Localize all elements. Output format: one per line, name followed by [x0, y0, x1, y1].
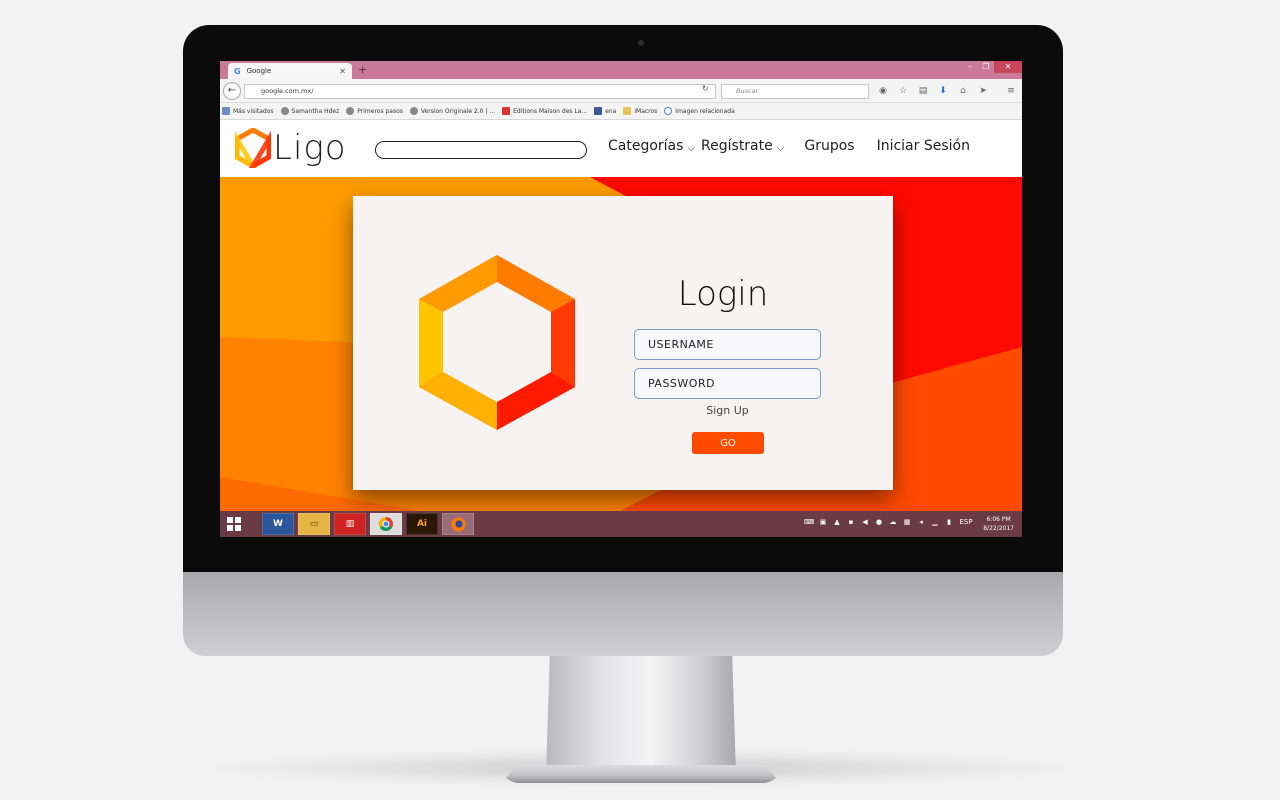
- nav-categorias[interactable]: Categorías ⌵: [608, 138, 695, 154]
- tray-pdf-icon[interactable]: ▦: [902, 517, 912, 527]
- windows-taskbar: W ▭ ▥ Ai ⌨ ▣ ▲ ▪ ◀ ● ☁ ▦ ◂ ▁ ▮ ESP 6:06 …: [220, 511, 1022, 537]
- bookmark-primeros-pasos[interactable]: Primeros pasos: [346, 107, 403, 115]
- close-tab-icon[interactable]: ✕: [339, 67, 346, 76]
- tray-lock-icon[interactable]: ▪: [846, 517, 856, 527]
- monitor-stand: [546, 655, 736, 775]
- close-window-icon[interactable]: ✕: [994, 61, 1022, 73]
- tab-bar: G Google ✕ + – ❐ ✕: [220, 61, 1022, 79]
- firefox-logo-icon: [451, 517, 465, 531]
- back-button[interactable]: ←: [223, 82, 241, 100]
- windows-logo-icon: [227, 517, 241, 531]
- nav-grupos[interactable]: Grupos: [804, 138, 854, 154]
- new-tab-icon[interactable]: +: [358, 63, 367, 76]
- hexagon-logo-icon: [235, 128, 271, 168]
- site-nav: Categorías ⌵ Regístrate ⌵ Grupos Iniciar S…: [608, 138, 976, 154]
- tray-speaker-icon[interactable]: ◂: [916, 517, 926, 527]
- clipboard-icon[interactable]: ▤: [916, 84, 930, 98]
- username-input[interactable]: [634, 329, 821, 360]
- extension-icon[interactable]: ◉: [876, 84, 890, 98]
- nav-iniciar-sesion[interactable]: Iniciar Sesión: [877, 138, 970, 154]
- clock[interactable]: 6:06 PM 8/22/2017: [983, 515, 1014, 533]
- browser-tools: ◉ ☆ ▤ ⬇ ⌂ ➤ ≡: [876, 84, 1018, 98]
- menu-icon[interactable]: ≡: [1004, 84, 1018, 98]
- url-bar[interactable]: google.com.mx/: [244, 84, 716, 99]
- tray-cloud-icon[interactable]: ☁: [888, 517, 898, 527]
- bookmark-samantha[interactable]: Samantha Hdez: [280, 107, 339, 115]
- keyboard-icon[interactable]: ⌨: [804, 517, 814, 527]
- site-logo[interactable]: Ligo: [235, 128, 347, 168]
- minimize-icon[interactable]: –: [962, 61, 978, 73]
- bookmark-imacros[interactable]: iMacros: [623, 107, 657, 115]
- language-indicator[interactable]: ESP: [958, 517, 974, 527]
- facebook-icon: [594, 107, 603, 115]
- bookmark-ena[interactable]: ena: [594, 107, 616, 115]
- taskbar-file-explorer-icon[interactable]: ▭: [298, 513, 330, 535]
- download-icon[interactable]: ⬇: [936, 84, 950, 98]
- go-button[interactable]: GO: [692, 432, 764, 454]
- camera-icon: [638, 40, 644, 46]
- monitor-stand-base: [501, 765, 781, 783]
- taskbar-firefox-icon[interactable]: [442, 513, 474, 535]
- windows-start-icon[interactable]: [220, 511, 248, 537]
- chevron-down-icon: ⌵: [776, 142, 785, 154]
- screen: G Google ✕ + – ❐ ✕ ← google.com.mx/ ↻ ⌕ …: [220, 61, 1022, 537]
- taskbar-word-icon[interactable]: W: [262, 513, 294, 535]
- taskbar-popcorn-icon[interactable]: ▥: [334, 513, 366, 535]
- site-search-input[interactable]: [375, 141, 587, 159]
- monitor-chin: [183, 572, 1063, 656]
- login-title: Login: [677, 274, 769, 314]
- globe-icon: [346, 107, 355, 115]
- bookmark-editions[interactable]: Editions Maison des La...: [502, 107, 587, 115]
- folder-icon: [623, 107, 632, 115]
- google-icon: [664, 107, 673, 115]
- system-tray: ⌨ ▣ ▲ ▪ ◀ ● ☁ ▦ ◂ ▁ ▮ ESP: [804, 517, 974, 527]
- chevron-down-icon: ⌵: [687, 142, 696, 154]
- hexagon-logo-icon: [419, 255, 575, 430]
- globe-icon: [409, 107, 418, 115]
- tab-title: Google: [246, 67, 272, 75]
- google-favicon-icon: G: [234, 66, 241, 76]
- login-card: Login Sign Up GO: [353, 196, 893, 490]
- tray-network-icon[interactable]: ▁: [930, 517, 940, 527]
- tray-app-icon[interactable]: ▲: [832, 517, 842, 527]
- bookmark-mas-visitados[interactable]: Más visitados: [222, 107, 274, 115]
- bookmark-version-originale[interactable]: Version Originale 2.0 | ...: [409, 107, 495, 115]
- tray-volume-icon[interactable]: ◀: [860, 517, 870, 527]
- browser-toolbar: ← google.com.mx/ ↻ ⌕ Buscar ◉ ☆ ▤ ⬇ ⌂ ➤ …: [220, 79, 1022, 103]
- clock-time: 6:06 PM: [986, 516, 1011, 523]
- folder-icon: [222, 107, 230, 115]
- globe-icon: [280, 107, 289, 115]
- signup-link[interactable]: Sign Up: [634, 404, 821, 417]
- taskbar-illustrator-icon[interactable]: Ai: [406, 513, 438, 535]
- send-icon[interactable]: ➤: [976, 84, 990, 98]
- home-icon[interactable]: ⌂: [956, 84, 970, 98]
- brand-name: Ligo: [273, 128, 347, 168]
- bookmark-star-icon[interactable]: ☆: [896, 84, 910, 98]
- tray-window-icon[interactable]: ▣: [818, 517, 828, 527]
- tab-google[interactable]: G Google ✕: [228, 63, 352, 79]
- chrome-logo-icon: [379, 517, 393, 531]
- bookmark-imagen[interactable]: Imagen relacionada: [664, 107, 735, 115]
- bookmarks-bar: Más visitados Samantha Hdez Primeros pas…: [220, 103, 1022, 120]
- browser-search-input[interactable]: Buscar: [721, 84, 869, 99]
- reload-icon[interactable]: ↻: [702, 84, 709, 93]
- clock-date: 8/22/2017: [983, 525, 1014, 532]
- window-controls: – ❐ ✕: [962, 61, 1022, 73]
- password-input[interactable]: [634, 368, 821, 399]
- nav-registrate[interactable]: Regístrate ⌵: [701, 138, 784, 154]
- restore-icon[interactable]: ❐: [978, 61, 994, 73]
- taskbar-chrome-icon[interactable]: [370, 513, 402, 535]
- site-header: Ligo Categorías ⌵ Regístrate ⌵ Grupos Inic…: [220, 120, 1022, 177]
- tray-sync-icon[interactable]: ●: [874, 517, 884, 527]
- hero-background: Login Sign Up GO: [220, 177, 1022, 511]
- editions-icon: [502, 107, 511, 115]
- tray-battery-icon[interactable]: ▮: [944, 517, 954, 527]
